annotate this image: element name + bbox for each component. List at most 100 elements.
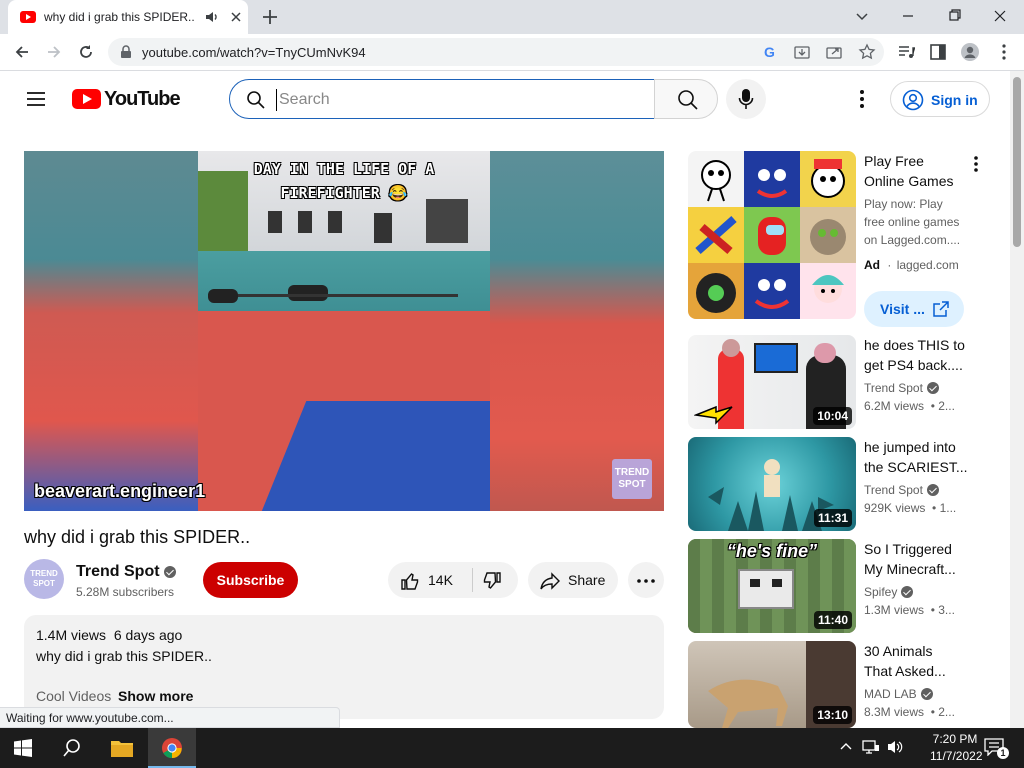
chrome-menu-icon[interactable]: [994, 42, 1014, 62]
video-views: 8.3M views: [864, 705, 925, 719]
reload-icon[interactable]: [76, 42, 96, 62]
video-meta-row: 6.2M views • 2...: [864, 399, 955, 413]
ad-visit-button[interactable]: Visit ...: [864, 291, 964, 327]
video-channel-row[interactable]: Spifey: [864, 585, 914, 599]
bookmark-star-icon[interactable]: [858, 43, 876, 61]
network-icon[interactable]: [862, 739, 880, 755]
media-control-icon[interactable]: [896, 42, 916, 62]
video-player[interactable]: DAY IN THE LIFE OF A FIREFIGHTER 😂 beave…: [24, 151, 664, 511]
video-thumbnail[interactable]: 10:04: [688, 335, 856, 429]
recommended-video[interactable]: 11:31 he jumped into the SCARIEST... Tre…: [688, 437, 1008, 533]
search-input[interactable]: [276, 89, 636, 111]
recommended-video[interactable]: “he's fine” 11:40 So I Triggered My Mine…: [688, 539, 1008, 635]
voice-search-button[interactable]: [726, 79, 766, 119]
verified-check-icon: [901, 586, 914, 598]
show-more-button[interactable]: Show more: [118, 688, 193, 704]
file-explorer-icon[interactable]: [110, 738, 134, 758]
volume-icon[interactable]: [886, 739, 904, 755]
video-title-line2: the SCARIEST...: [864, 459, 968, 475]
page-scrollbar[interactable]: [1010, 71, 1024, 728]
video-duration: 10:04: [813, 407, 852, 425]
video-duration: 11:31: [813, 509, 852, 527]
settings-more-icon[interactable]: [852, 88, 872, 110]
ad-thumbnail[interactable]: [688, 151, 856, 319]
video-channel[interactable]: Spifey: [864, 585, 897, 599]
channel-avatar[interactable]: TREND SPOT: [24, 559, 64, 599]
channel-avatar-line2: SPOT: [33, 579, 55, 588]
video-channel[interactable]: Trend Spot: [864, 483, 923, 497]
description-box[interactable]: 1.4M views 6 days ago why did i grab thi…: [24, 615, 664, 719]
tab-close-icon[interactable]: [228, 9, 244, 25]
subscribe-button[interactable]: Subscribe: [203, 562, 298, 598]
video-title-line2: get PS4 back....: [864, 357, 963, 373]
chrome-taskbar-button[interactable]: [148, 728, 196, 768]
video-meta-row: 8.3M views • 2...: [864, 705, 955, 719]
video-age: • 2...: [930, 399, 955, 413]
minimize-button[interactable]: [888, 4, 928, 28]
description-line1: why did i grab this SPIDER..: [36, 648, 212, 664]
video-channel[interactable]: Trend Spot: [864, 381, 923, 395]
video-duration: 11:40: [813, 611, 852, 629]
notification-center-button[interactable]: 1: [984, 738, 1009, 759]
dislike-button[interactable]: [473, 562, 518, 598]
taskbar-clock[interactable]: 7:20 PM 11/7/2022: [930, 731, 983, 765]
search-box[interactable]: [229, 79, 655, 119]
install-app-icon[interactable]: [794, 44, 810, 60]
youtube-logo[interactable]: YouTube: [72, 88, 181, 111]
video-thumbnail[interactable]: 11:31: [688, 437, 856, 531]
scrollbar-thumb[interactable]: [1013, 77, 1021, 247]
new-tab-button[interactable]: [258, 6, 282, 28]
video-channel-row[interactable]: Trend Spot: [864, 483, 939, 497]
video-title-line2: That Asked...: [864, 663, 946, 679]
windows-start-icon[interactable]: [14, 739, 32, 757]
video-title[interactable]: So I Triggered My Minecraft...: [864, 539, 968, 579]
ad-card[interactable]: Play Free Online Games Play now: Play fr…: [688, 151, 1008, 327]
ad-title[interactable]: Play Free Online Games: [864, 151, 964, 191]
browser-tab[interactable]: why did i grab this SPIDER..: [8, 0, 248, 34]
subscriber-count: 5.28M subscribers: [76, 585, 175, 599]
channel-name[interactable]: Trend Spot: [76, 563, 160, 580]
video-title[interactable]: he jumped into the SCARIEST...: [864, 437, 968, 477]
speaker-icon[interactable]: [204, 9, 220, 25]
hamburger-menu-icon[interactable]: [24, 87, 48, 111]
recommended-video[interactable]: 10:04 he does THIS to get PS4 back.... T…: [688, 335, 1008, 431]
video-views: 929K views: [864, 501, 926, 515]
video-title-line2: My Minecraft...: [864, 561, 956, 577]
video-channel-row[interactable]: MAD LAB: [864, 687, 933, 701]
close-window-button[interactable]: [980, 4, 1020, 28]
side-panel-icon[interactable]: [928, 42, 948, 62]
ad-more-icon[interactable]: [968, 155, 984, 173]
channel-name-row[interactable]: Trend Spot: [76, 563, 176, 581]
taskbar-search-icon[interactable]: [63, 739, 81, 757]
video-thumbnail[interactable]: 13:10: [688, 641, 856, 728]
like-button[interactable]: 14K: [388, 562, 472, 598]
video-title[interactable]: 30 Animals That Asked...: [864, 641, 968, 681]
back-arrow-icon[interactable]: [12, 42, 32, 62]
video-channel[interactable]: MAD LAB: [864, 687, 917, 701]
search-button[interactable]: [654, 79, 718, 119]
video-title[interactable]: he does THIS to get PS4 back....: [864, 335, 968, 375]
google-lens-icon[interactable]: G: [762, 44, 778, 60]
sign-in-button[interactable]: Sign in: [890, 81, 990, 117]
video-views: 6.2M views: [864, 399, 925, 413]
verified-check-icon: [926, 484, 939, 496]
address-bar[interactable]: youtube.com/watch?v=TnyCUmNvK94 G: [108, 38, 884, 66]
lock-icon[interactable]: [120, 45, 132, 59]
forward-arrow-icon[interactable]: [44, 42, 64, 62]
share-page-icon[interactable]: [826, 44, 842, 60]
thumbs-down-icon: [482, 571, 502, 591]
share-button[interactable]: Share: [528, 562, 618, 598]
more-actions-button[interactable]: [628, 562, 664, 598]
profile-avatar-icon[interactable]: [960, 42, 980, 62]
recommended-video[interactable]: 13:10 30 Animals That Asked... MAD LAB 8…: [688, 641, 1008, 728]
restore-button[interactable]: [934, 4, 974, 28]
show-hidden-icons-chevron-icon[interactable]: [840, 741, 852, 753]
video-age: • 2...: [930, 705, 955, 719]
ad-description: Play now: Play free online games on Lagg…: [864, 195, 960, 249]
video-thumbnail[interactable]: “he's fine” 11:40: [688, 539, 856, 633]
like-count: 14K: [428, 572, 453, 588]
like-dislike-pill: 14K: [388, 562, 518, 598]
video-meta-row: 929K views • 1...: [864, 501, 956, 515]
tab-search-chevron-icon[interactable]: [842, 4, 882, 28]
video-channel-row[interactable]: Trend Spot: [864, 381, 939, 395]
